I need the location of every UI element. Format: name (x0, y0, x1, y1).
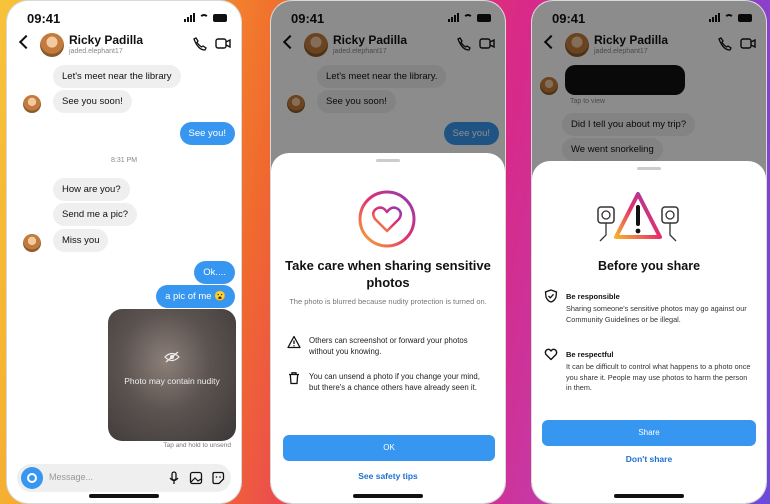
avatar (23, 234, 41, 252)
shield-check-icon (544, 289, 558, 303)
sticker-icon[interactable] (211, 471, 225, 485)
microphone-icon[interactable] (167, 471, 181, 485)
message-incoming[interactable]: Let's meet near the library (53, 65, 181, 88)
heart-icon (544, 348, 558, 361)
message-input[interactable]: Message... (49, 472, 93, 482)
home-indicator (353, 494, 423, 498)
message-outgoing[interactable]: Ok.... (194, 261, 235, 284)
status-icons (184, 13, 227, 22)
warning-illustration-icon (597, 192, 679, 242)
camera-icon[interactable] (21, 467, 43, 489)
phone-chat-screen: 09:41 Ricky Padilla jaded.elephant17 Let… (6, 0, 242, 504)
sheet-title: Take care when sharing sensitive photos (285, 258, 491, 290)
signal-icon (184, 13, 195, 22)
safety-bottom-sheet: Take care when sharing sensitive photos … (271, 153, 505, 503)
back-arrow-icon[interactable] (18, 34, 34, 50)
message-incoming[interactable]: Miss you (53, 229, 109, 252)
phone-safety-sheet-screen: 09:41 Ricky Padilla jaded.elephant17 Let… (270, 0, 506, 504)
blurred-photo[interactable]: Photo may contain nudity (108, 309, 236, 441)
blur-caption: Photo may contain nudity (124, 376, 220, 386)
home-indicator (89, 494, 159, 498)
phone-before-share-screen: 09:41 Ricky Padilla jaded.elephant17 Tap… (531, 0, 767, 504)
status-bar: 09:41 (23, 11, 227, 27)
item-heading: Be responsible (566, 292, 620, 301)
item-body: It can be difficult to control what happ… (566, 362, 751, 392)
message-outgoing[interactable]: See you! (179, 122, 235, 145)
chat-header: Ricky Padilla jaded.elephant17 (7, 31, 241, 63)
message-composer[interactable]: Message... (17, 464, 231, 492)
avatar (23, 95, 41, 113)
sheet-row-text: Others can screenshot or forward your ph… (309, 336, 468, 356)
ok-button[interactable]: OK (283, 435, 495, 461)
video-camera-icon[interactable] (215, 37, 231, 50)
heart-ring-icon (358, 190, 416, 248)
avatar[interactable] (40, 33, 64, 57)
message-timestamp: 8:31 PM (111, 157, 138, 164)
before-share-bottom-sheet: Before you share Be responsible Sharing … (532, 161, 766, 503)
message-incoming[interactable]: How are you? (53, 178, 130, 201)
item-heading: Be respectful (566, 350, 614, 359)
status-time: 09:41 (27, 11, 61, 26)
home-indicator (614, 494, 684, 498)
sheet-grabber[interactable] (637, 167, 661, 170)
sheet-row-text: You can unsend a photo if you change you… (309, 372, 480, 392)
message-incoming[interactable]: See you soon! (53, 90, 132, 113)
message-incoming[interactable]: Send me a pic? (53, 203, 138, 226)
safety-tips-link[interactable]: See safety tips (271, 471, 505, 481)
battery-icon (213, 14, 227, 22)
share-button[interactable]: Share (542, 420, 756, 446)
dont-share-link[interactable]: Don't share (532, 454, 766, 464)
wifi-icon (199, 14, 209, 22)
sheet-grabber[interactable] (376, 159, 400, 162)
unsend-hint: Tap and hold to unsend (163, 442, 231, 449)
sheet-subtitle: The photo is blurred because nudity prot… (289, 297, 487, 306)
contact-username: jaded.elephant17 (69, 48, 123, 55)
sheet-title: Before you share (597, 259, 701, 273)
phone-icon[interactable] (193, 37, 207, 51)
trash-icon (289, 372, 299, 385)
eye-slash-icon (164, 351, 180, 363)
contact-name[interactable]: Ricky Padilla (69, 33, 143, 47)
gallery-icon[interactable] (189, 471, 203, 485)
message-outgoing[interactable]: a pic of me 😮 (156, 285, 235, 308)
item-body: Sharing someone's sensitive photos may g… (566, 304, 747, 324)
warning-triangle-icon (287, 335, 301, 349)
